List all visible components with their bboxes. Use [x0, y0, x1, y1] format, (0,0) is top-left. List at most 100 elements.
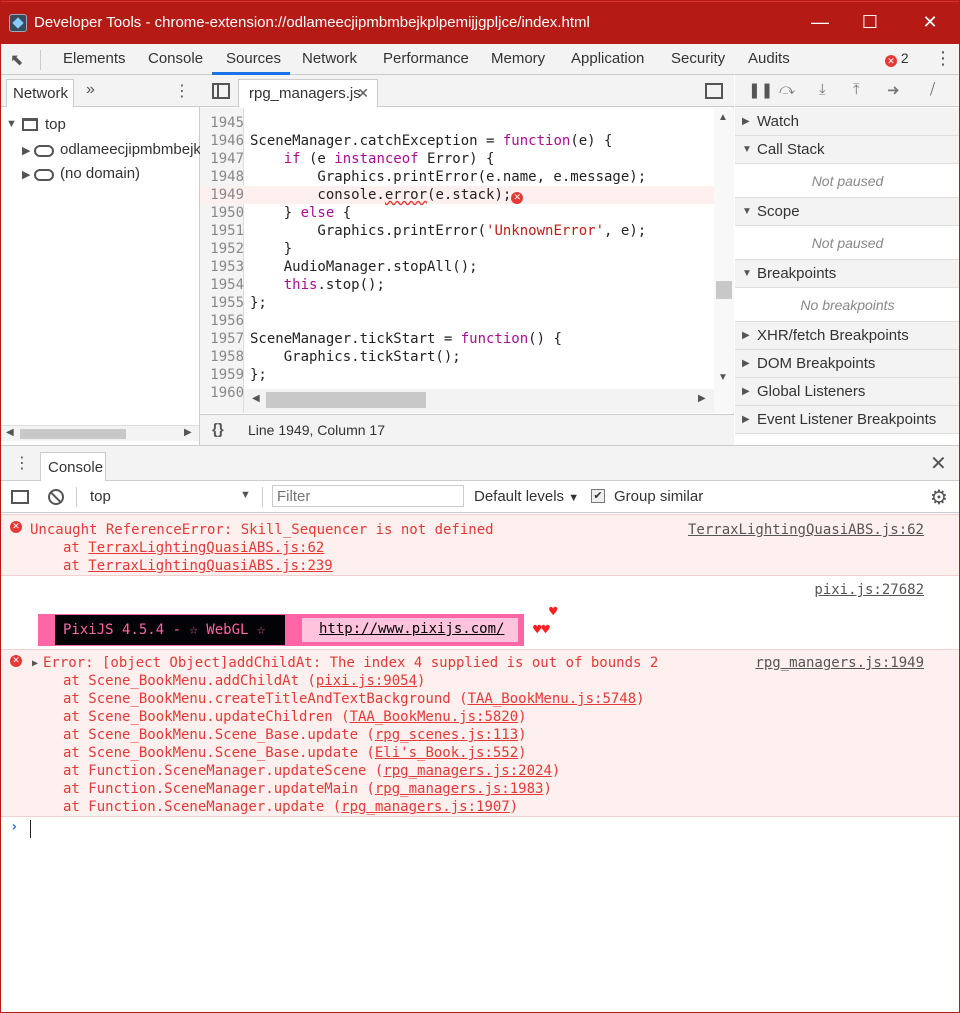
dropdown-arrow-icon[interactable]: ▼ — [240, 489, 251, 501]
drawer-menu-icon[interactable]: ⋮ — [14, 453, 30, 473]
pause-icon[interactable]: ❚❚ — [748, 81, 773, 99]
tab-application[interactable]: Application — [571, 50, 644, 67]
expanded-triangle-icon[interactable]: ▼ — [6, 118, 17, 130]
line-number[interactable]: 1955 — [200, 294, 244, 312]
collapsed-triangle-icon[interactable]: ▶ — [22, 144, 30, 157]
section-dom-breakpoints[interactable]: ▶ DOM Breakpoints — [735, 350, 960, 378]
error-count-badge[interactable]: ✕ 2 — [885, 50, 909, 67]
stack-link[interactable]: Eli's_Book.js:552 — [375, 745, 518, 761]
stack-link[interactable]: rpg_scenes.js:113 — [375, 727, 518, 743]
tab-memory[interactable]: Memory — [491, 50, 545, 67]
pixi-url-link[interactable]: http://www.pixijs.com/ — [319, 621, 504, 637]
toggle-debugger-icon[interactable] — [705, 83, 723, 99]
section-xhr-breakpoints[interactable]: ▶ XHR/fetch Breakpoints — [735, 322, 960, 350]
inline-error-icon[interactable]: ✕ — [511, 192, 524, 204]
scrollbar-thumb[interactable] — [716, 281, 732, 299]
step-over-icon[interactable]: ⤼ — [779, 81, 795, 98]
maximize-button[interactable]: ☐ — [858, 10, 882, 34]
deactivate-breakpoints-icon[interactable]: ⧸ — [930, 81, 935, 98]
group-similar-checkbox[interactable]: ✔ — [591, 489, 605, 503]
line-number[interactable]: 1945 — [200, 114, 244, 132]
section-global-listeners[interactable]: ▶ Global Listeners — [735, 378, 960, 406]
stack-link[interactable]: TerraxLightingQuasiABS.js:239 — [88, 558, 332, 574]
line-number[interactable]: 1946 — [200, 132, 244, 150]
line-number[interactable]: 1952 — [200, 240, 244, 258]
step-icon[interactable]: ➜ — [887, 81, 900, 99]
navigator-horizontal-scrollbar[interactable]: ◀ ▶ — [0, 425, 199, 441]
step-out-icon[interactable]: ⤒ — [853, 81, 860, 98]
scroll-up-icon[interactable]: ▲ — [718, 112, 728, 123]
expand-triangle-icon[interactable]: ▶ — [32, 655, 38, 673]
console-input-caret[interactable] — [30, 820, 31, 838]
tree-item-top[interactable]: ▼ top — [0, 115, 200, 137]
section-scope[interactable]: ▼ Scope — [735, 198, 960, 226]
line-number[interactable]: 1951 — [200, 222, 244, 240]
message-source-link[interactable]: rpg_managers.js:1949 — [755, 654, 924, 672]
stack-link[interactable]: rpg_managers.js:2024 — [383, 763, 552, 779]
tab-elements[interactable]: Elements — [63, 50, 126, 67]
stack-link[interactable]: rpg_managers.js:1983 — [375, 781, 544, 797]
inspect-element-icon[interactable]: ⬉ — [10, 50, 30, 70]
section-call-stack[interactable]: ▼ Call Stack — [735, 136, 960, 164]
stack-link[interactable]: pixi.js:9054 — [316, 673, 417, 689]
tree-item-no-domain[interactable]: ▶ (no domain) — [0, 164, 200, 186]
pretty-print-icon[interactable]: {} — [212, 421, 224, 438]
line-number[interactable]: 1960 — [200, 384, 244, 402]
line-number[interactable]: 1953 — [200, 258, 244, 276]
navigator-tab-network[interactable]: Network — [6, 79, 74, 107]
console-settings-gear-icon[interactable]: ⚙ — [930, 485, 948, 510]
scroll-right-icon[interactable]: ▶ — [184, 427, 192, 438]
code-area[interactable]: 1945 1946 SceneManager.catchException = f… — [200, 108, 714, 413]
line-number[interactable]: 1959 — [200, 366, 244, 384]
close-window-button[interactable]: ✕ — [918, 10, 942, 34]
section-breakpoints[interactable]: ▼ Breakpoints — [735, 260, 960, 288]
navigator-menu-icon[interactable]: ⋮ — [174, 81, 190, 101]
customize-menu-icon[interactable]: ⋮ — [934, 48, 952, 69]
console-sidebar-icon[interactable] — [11, 490, 29, 504]
section-watch[interactable]: ▶ Watch — [735, 108, 960, 136]
line-number[interactable]: 1956 — [200, 312, 244, 330]
more-tabs-icon[interactable]: » — [86, 81, 95, 99]
context-selector[interactable]: top — [90, 488, 111, 505]
message-source-link[interactable]: TerraxLightingQuasiABS.js:62 — [688, 521, 924, 539]
file-tab[interactable]: rpg_managers.js ✕ — [238, 79, 378, 107]
collapsed-triangle-icon[interactable]: ▶ — [22, 168, 30, 181]
stack-link[interactable]: TAA_BookMenu.js:5748 — [468, 691, 637, 707]
line-number[interactable]: 1958 — [200, 348, 244, 366]
close-drawer-icon[interactable]: ✕ — [930, 451, 947, 476]
log-levels-dropdown[interactable]: Default levels ▼ — [474, 488, 579, 505]
line-number[interactable]: 1949 — [200, 186, 244, 204]
tab-security[interactable]: Security — [671, 50, 725, 67]
scroll-left-icon[interactable]: ◀ — [252, 393, 260, 404]
line-number[interactable]: 1947 — [200, 150, 244, 168]
tab-network[interactable]: Network — [302, 50, 357, 67]
step-into-icon[interactable]: ⤓ — [819, 81, 826, 98]
close-tab-icon[interactable]: ✕ — [357, 85, 369, 102]
scroll-right-icon[interactable]: ▶ — [698, 393, 706, 404]
stack-link[interactable]: rpg_managers.js:1907 — [341, 799, 510, 815]
scroll-left-icon[interactable]: ◀ — [6, 427, 14, 438]
editor-vertical-scrollbar[interactable]: ▲ ▼ — [714, 108, 734, 413]
tab-sources[interactable]: Sources — [226, 50, 281, 67]
tab-audits[interactable]: Audits — [748, 50, 790, 67]
line-number[interactable]: 1950 — [200, 204, 244, 222]
section-event-listener-breakpoints[interactable]: ▶ Event Listener Breakpoints — [735, 406, 960, 434]
minimize-button[interactable]: — — [808, 10, 832, 34]
clear-console-icon[interactable] — [48, 489, 64, 505]
line-number[interactable]: 1948 — [200, 168, 244, 186]
scroll-down-icon[interactable]: ▼ — [718, 372, 728, 383]
line-number[interactable]: 1957 — [200, 330, 244, 348]
toggle-navigator-icon[interactable] — [212, 83, 230, 99]
tab-performance[interactable]: Performance — [383, 50, 469, 67]
message-source-link[interactable]: pixi.js:27682 — [814, 581, 924, 599]
stack-link[interactable]: TAA_BookMenu.js:5820 — [350, 709, 519, 725]
editor-horizontal-scrollbar[interactable]: ◀ ▶ — [244, 389, 714, 413]
drawer-tab-console[interactable]: Console — [40, 452, 106, 482]
line-number[interactable]: 1954 — [200, 276, 244, 294]
tab-console[interactable]: Console — [148, 50, 203, 67]
scrollbar-thumb[interactable] — [20, 429, 126, 439]
console-filter-input[interactable] — [272, 485, 464, 507]
tree-item-origin[interactable]: ▶ odlameecjipmbmbejkplpemijjgpljce — [0, 140, 200, 162]
scrollbar-thumb[interactable] — [266, 392, 426, 408]
stack-link[interactable]: TerraxLightingQuasiABS.js:62 — [88, 540, 324, 556]
